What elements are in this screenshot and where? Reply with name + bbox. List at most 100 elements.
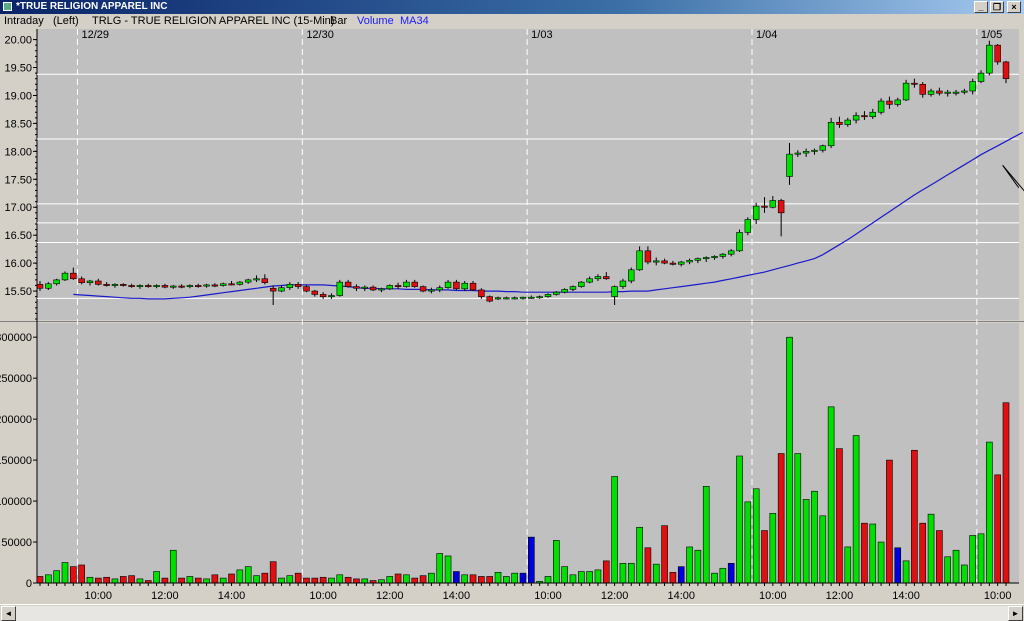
candle-body: [927, 90, 935, 95]
volume-bar: [961, 564, 968, 584]
time-label: 10:00: [984, 590, 1012, 602]
window-title: *TRUE RELIGION APPAREL INC: [16, 1, 168, 12]
volume-bar: [736, 455, 743, 584]
candle-body: [611, 286, 618, 297]
volume-bar: [569, 574, 577, 584]
candle-body: [902, 82, 910, 101]
close-button[interactable]: ×: [1007, 1, 1021, 13]
volume-bar: [103, 576, 110, 584]
volume-bar: [219, 577, 227, 584]
candle-body: [486, 296, 493, 302]
volume-tick-label: 300000: [0, 332, 32, 344]
candle-body: [436, 287, 443, 291]
volume-tick-label: 150000: [0, 455, 32, 467]
candle-body: [219, 283, 227, 286]
candle-body: [195, 285, 202, 287]
candle-body: [869, 111, 876, 118]
volume-bar: [919, 522, 927, 584]
volume-bar: [761, 530, 768, 584]
volume-bar: [577, 571, 585, 584]
scroll-right-arrow-icon[interactable]: ►: [1008, 606, 1023, 621]
candle-body: [578, 281, 585, 287]
volume-bar: [752, 488, 760, 584]
scroll-track[interactable]: [16, 606, 1008, 621]
candle-body: [519, 296, 527, 299]
candle-body: [744, 219, 752, 233]
volume-bar: [394, 573, 402, 584]
candle-body: [894, 99, 901, 105]
candle-body: [719, 253, 727, 257]
candle-body: [303, 286, 310, 292]
candle-body: [794, 152, 802, 155]
candle-body: [819, 145, 827, 151]
volume-bar: [444, 555, 452, 584]
candle-body: [236, 281, 244, 285]
candle-body: [944, 91, 951, 94]
candle-body: [711, 256, 718, 258]
volume-bar: [911, 449, 918, 584]
candle-body: [136, 285, 144, 287]
candle-body: [919, 83, 926, 95]
volume-bar: [70, 566, 77, 584]
volume-bar: [419, 575, 427, 584]
volume-bar: [503, 576, 510, 584]
candle-body: [244, 279, 252, 283]
candle-body: [936, 90, 943, 94]
candle-body: [444, 281, 452, 289]
candle-body: [70, 272, 77, 280]
candle-body: [203, 284, 210, 287]
volume-bar: [836, 448, 843, 584]
candle-body: [603, 276, 610, 280]
volume-bar: [819, 515, 827, 584]
volume-bar: [852, 435, 860, 584]
candle-body: [361, 286, 368, 289]
candle-body: [702, 257, 710, 260]
candle-body: [469, 282, 477, 291]
volume-study-label: Volume: [357, 15, 394, 27]
volume-bar: [344, 576, 352, 584]
stock-chart[interactable]: 12/29 12/30 1/03 1/04 1/05 15.50 16.00 16.50 17.…: [0, 29, 1024, 604]
volume-bar: [627, 563, 635, 584]
candle-body: [286, 284, 294, 289]
candle-body: [145, 285, 152, 287]
restore-button[interactable]: ❐: [990, 1, 1004, 13]
volume-bar: [61, 562, 69, 584]
time-label: 12:00: [376, 590, 404, 602]
volume-bar: [269, 561, 277, 584]
candle-body: [836, 121, 843, 125]
candle-body: [752, 205, 760, 220]
volume-bar: [827, 406, 835, 584]
candle-body: [45, 283, 52, 289]
time-label: 12:00: [826, 590, 854, 602]
candle-body: [636, 250, 643, 271]
candle-body: [528, 296, 535, 299]
candle-body: [644, 250, 652, 263]
volume-bar: [411, 577, 419, 584]
candle-body: [986, 44, 993, 74]
volume-bar: [611, 476, 618, 584]
volume-bar: [927, 513, 935, 584]
price-tick-label: 17.50: [4, 174, 32, 186]
volume-bar: [619, 563, 627, 584]
candle-body: [178, 285, 185, 288]
minimize-button[interactable]: _: [974, 1, 988, 13]
volume-tick-label: 200000: [0, 414, 32, 426]
volume-bar: [786, 336, 793, 584]
candle-body: [311, 290, 319, 295]
horizontal-scrollbar[interactable]: ◄ ►: [0, 604, 1024, 621]
volume-bar: [711, 572, 718, 584]
scroll-left-arrow-icon[interactable]: ◄: [1, 606, 16, 621]
volume-bar: [94, 577, 102, 584]
candle-body: [36, 284, 44, 289]
volume-bar: [353, 578, 360, 584]
volume-bar: [694, 549, 702, 584]
volume-bar: [561, 566, 568, 584]
volume-bar: [727, 563, 735, 584]
volume-bar: [944, 556, 952, 584]
chart-header: Intraday (Left) TRLG - TRUE RELIGION APP…: [0, 14, 1024, 29]
volume-bar: [544, 576, 552, 584]
candle-body: [628, 269, 635, 282]
volume-bar: [652, 563, 660, 584]
app-icon: [3, 2, 12, 11]
candle-body: [453, 281, 460, 290]
